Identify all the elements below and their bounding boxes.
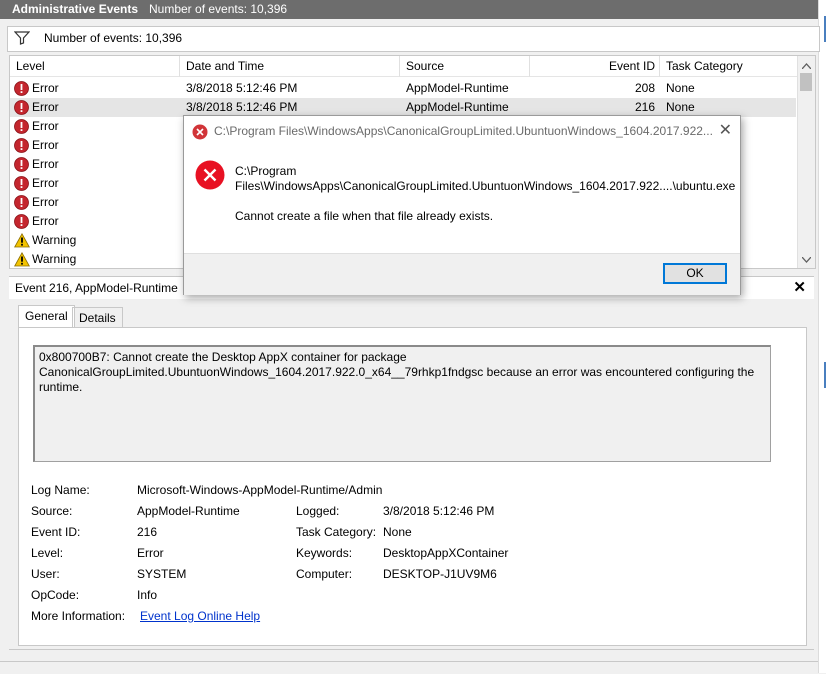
error-icon <box>14 119 29 134</box>
row-level: Error <box>32 81 59 95</box>
source-value: AppModel-Runtime <box>137 504 240 518</box>
right-edge-strip <box>818 0 826 673</box>
column-label: Level <box>16 59 45 73</box>
error-icon <box>14 157 29 172</box>
user-label: User: <box>31 567 60 581</box>
column-header-source[interactable]: Source <box>400 56 530 77</box>
dialog-footer: OK <box>184 253 740 295</box>
dialog-title: C:\Program Files\WindowsApps\CanonicalGr… <box>214 124 713 138</box>
close-detail-button[interactable]: ✕ <box>793 278 806 296</box>
dialog-message: Cannot create a file when that file alre… <box>235 209 494 223</box>
column-label: Source <box>406 59 445 73</box>
row-level: Warning <box>32 252 77 266</box>
column-header-level[interactable]: Level <box>10 56 180 77</box>
column-label: Date and Time <box>186 59 265 73</box>
row-level: Error <box>32 138 59 152</box>
filter-bar: Number of events: 10,396 <box>7 26 820 52</box>
warning-icon <box>14 251 30 267</box>
user-value: SYSTEM <box>137 567 187 581</box>
scrollbar-thumb[interactable] <box>800 73 812 91</box>
task-category-label: Task Category: <box>296 525 377 539</box>
row-level: Error <box>32 214 59 228</box>
tab-details[interactable]: Details <box>72 307 123 329</box>
scroll-down-icon[interactable] <box>801 252 812 266</box>
error-icon <box>14 214 29 229</box>
column-header-event-id[interactable]: Event ID <box>530 56 660 77</box>
dialog-path-line-2: Files\WindowsApps\CanonicalGroupLimited.… <box>235 179 736 193</box>
row-task: None <box>666 81 695 95</box>
computer-value: DESKTOP-J1UV9M6 <box>383 567 497 581</box>
event-id-value: 216 <box>137 525 158 539</box>
keywords-value: DesktopAppXContainer <box>383 546 509 560</box>
ok-button[interactable]: OK <box>663 263 727 284</box>
row-event-id: 208 <box>634 81 655 95</box>
scroll-up-icon[interactable] <box>801 58 812 72</box>
row-level: Error <box>32 100 59 114</box>
more-information-label: More Information: <box>31 609 126 623</box>
log-name-value: Microsoft-Windows-AppModel-Runtime/Admin <box>137 483 383 497</box>
warning-icon <box>14 232 30 248</box>
source-label: Source: <box>31 504 73 518</box>
event-log-online-help-link[interactable]: Event Log Online Help <box>140 609 260 623</box>
tab-general[interactable]: General <box>18 305 75 328</box>
level-label: Level: <box>31 546 64 560</box>
column-header-task-category[interactable]: Task Category <box>660 56 798 77</box>
row-date: 3/8/2018 5:12:46 PM <box>186 81 298 95</box>
column-header-date[interactable]: Date and Time <box>180 56 400 77</box>
level-value: Error <box>137 546 164 560</box>
filter-icon[interactable] <box>13 31 31 48</box>
event-detail-title: Event 216, AppModel-Runtime <box>15 281 178 295</box>
keywords-label: Keywords: <box>296 546 353 560</box>
row-source: AppModel-Runtime <box>406 81 509 95</box>
row-level: Error <box>32 195 59 209</box>
row-level: Error <box>32 157 59 171</box>
status-bar <box>0 661 818 674</box>
error-icon <box>14 138 29 153</box>
row-level: Error <box>32 119 59 133</box>
table-row[interactable]: Error 3/8/2018 5:12:46 PM AppModel-Runtime… <box>10 79 796 98</box>
filter-count-text: Number of events: 10,396 <box>44 31 183 45</box>
error-icon <box>14 195 29 210</box>
panel-title-bar: Administrative Events Number of events: … <box>0 0 818 19</box>
column-label: Task Category <box>666 59 743 73</box>
logged-value: 3/8/2018 5:12:46 PM <box>383 504 495 518</box>
row-level: Warning <box>32 233 77 247</box>
error-icon <box>195 160 225 193</box>
general-tab-page: 0x800700B7: Cannot create the Desktop Ap… <box>18 327 807 646</box>
dialog-path-line-1: C:\Program <box>235 164 297 178</box>
error-icon <box>192 124 208 143</box>
task-category-value: None <box>383 525 412 539</box>
event-count: Number of events: 10,396 <box>149 2 288 16</box>
dialog-path: C:\Program Files\WindowsApps\CanonicalGr… <box>235 164 735 194</box>
event-detail-pane: General Details 0x800700B7: Cannot creat… <box>9 299 814 650</box>
column-label: Event ID <box>608 59 655 73</box>
error-dialog: C:\Program Files\WindowsApps\CanonicalGr… <box>183 115 741 295</box>
error-icon <box>14 81 29 96</box>
computer-label: Computer: <box>296 567 353 581</box>
event-description[interactable]: 0x800700B7: Cannot create the Desktop Ap… <box>33 345 771 462</box>
panel-title: Administrative Events <box>12 2 139 16</box>
dialog-close-button[interactable]: ✕ <box>719 120 732 140</box>
opcode-value: Info <box>137 588 158 602</box>
row-level: Error <box>32 176 59 190</box>
error-icon <box>14 176 29 191</box>
error-icon <box>14 100 29 115</box>
event-id-label: Event ID: <box>31 525 81 539</box>
log-name-label: Log Name: <box>31 483 90 497</box>
logged-label: Logged: <box>296 504 340 518</box>
table-vertical-scrollbar[interactable] <box>797 56 815 268</box>
opcode-label: OpCode: <box>31 588 80 602</box>
